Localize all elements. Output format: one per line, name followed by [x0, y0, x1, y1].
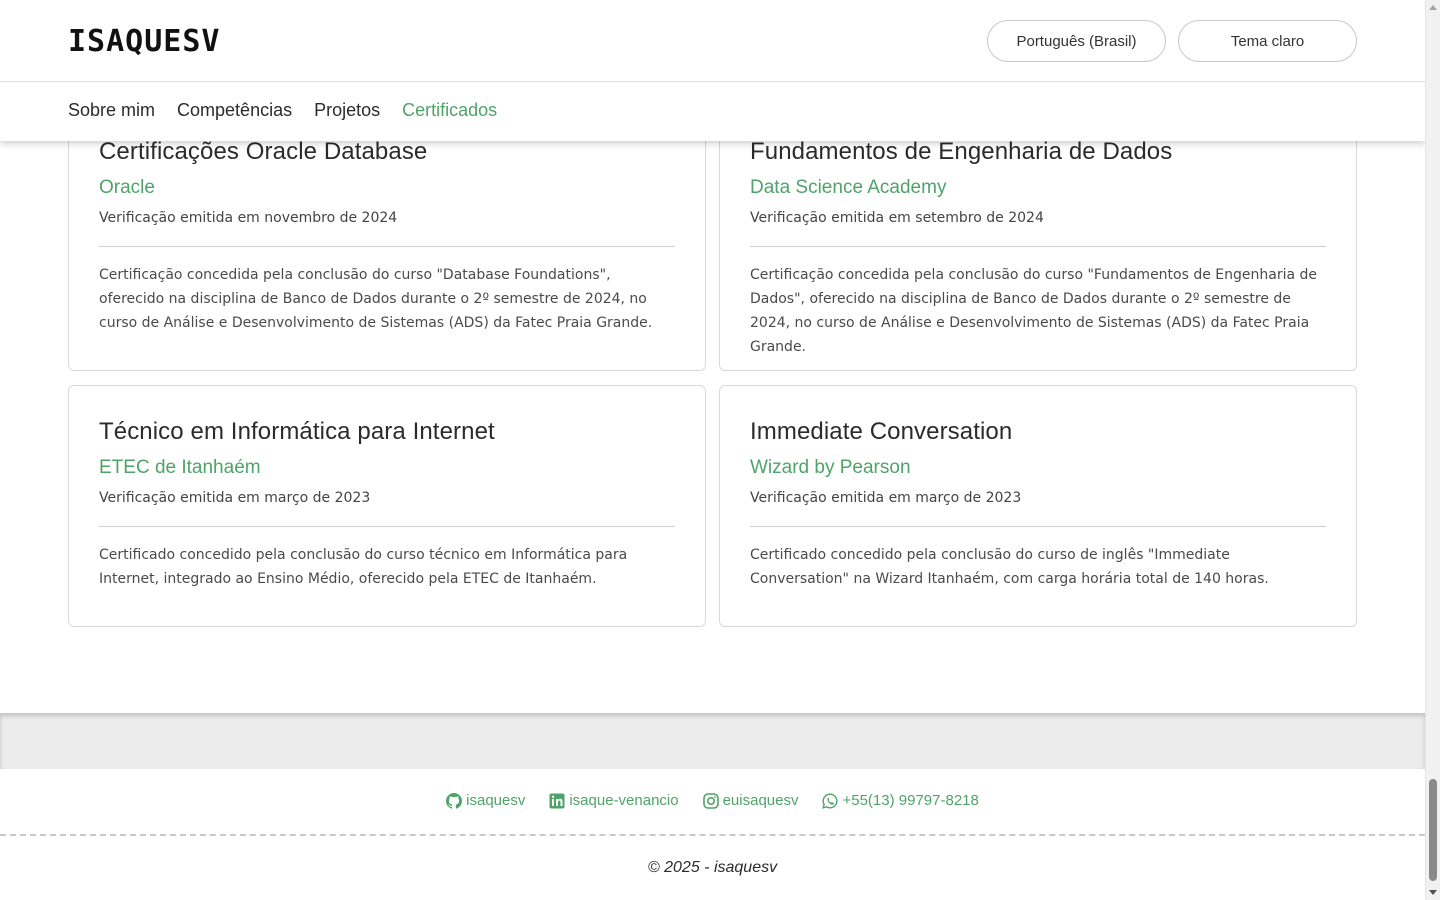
- certificate-issuer: Wizard by Pearson: [750, 457, 911, 478]
- whatsapp-icon: [822, 792, 839, 809]
- certificate-date: Verificação emitida em março de 2023: [750, 490, 1022, 506]
- certificate-issuer: Data Science Academy: [750, 177, 947, 198]
- site-footer: isaquesv isaque-venancio euisaquesv +55(…: [0, 769, 1425, 900]
- social-links: isaquesv isaque-venancio euisaquesv +55(…: [0, 792, 1425, 809]
- header-topbar: ISAQUESV Português (Brasil) Tema claro: [0, 0, 1425, 82]
- divider: [99, 526, 675, 527]
- certificate-title: Certificações Oracle Database: [99, 138, 428, 165]
- site-header: ISAQUESV Português (Brasil) Tema claro S…: [0, 0, 1425, 141]
- github-icon: [446, 792, 463, 809]
- site-logo[interactable]: ISAQUESV: [68, 24, 221, 59]
- nav-item-certificates[interactable]: Certificados: [402, 100, 497, 121]
- linkedin-icon: [549, 793, 565, 808]
- page-scrollbar[interactable]: [1425, 0, 1440, 900]
- footer-divider: [0, 834, 1425, 836]
- scroll-down-arrow-icon[interactable]: [1429, 890, 1437, 895]
- linkedin-link[interactable]: isaque-venancio: [549, 792, 679, 809]
- certificate-description: Certificado concedido pela conclusão do …: [99, 547, 628, 587]
- certificate-card: Técnico em Informática para Internet ETE…: [68, 385, 706, 627]
- content-end-band: [0, 713, 1425, 769]
- certificate-title: Técnico em Informática para Internet: [99, 418, 495, 445]
- page: Certificações Oracle Database Oracle Ver…: [0, 0, 1425, 900]
- scrollbar-thumb[interactable]: [1429, 779, 1437, 881]
- nav-item-about[interactable]: Sobre mim: [68, 100, 155, 121]
- main-nav: Sobre mim Competências Projetos Certific…: [68, 100, 497, 121]
- copyright: © 2025 - isaquesv: [647, 859, 778, 876]
- language-button[interactable]: Português (Brasil): [987, 20, 1166, 62]
- divider: [750, 246, 1326, 247]
- nav-item-skills[interactable]: Competências: [177, 100, 292, 121]
- linkedin-label: isaque-venancio: [569, 792, 679, 809]
- divider: [99, 246, 675, 247]
- theme-toggle-button[interactable]: Tema claro: [1178, 20, 1357, 62]
- certificate-date: Verificação emitida em novembro de 2024: [99, 210, 398, 226]
- certificate-title: Fundamentos de Engenharia de Dados: [750, 138, 1173, 165]
- divider: [750, 526, 1326, 527]
- certificate-date: Verificação emitida em março de 2023: [99, 490, 371, 506]
- certificate-issuer: Oracle: [99, 177, 155, 198]
- instagram-link[interactable]: euisaquesv: [702, 792, 799, 809]
- certificate-card: Immediate Conversation Wizard by Pearson…: [719, 385, 1357, 627]
- certificate-title: Immediate Conversation: [750, 418, 1013, 445]
- whatsapp-link[interactable]: +55(13) 99797-8218: [822, 792, 979, 809]
- github-label: isaquesv: [466, 792, 526, 809]
- whatsapp-label: +55(13) 99797-8218: [842, 792, 979, 809]
- instagram-icon: [702, 792, 719, 809]
- certificate-description: Certificado concedido pela conclusão do …: [750, 547, 1269, 587]
- nav-item-projects[interactable]: Projetos: [314, 100, 380, 121]
- certificate-description: Certificação concedida pela conclusão do…: [99, 267, 653, 331]
- scroll-up-arrow-icon[interactable]: [1429, 5, 1437, 10]
- github-link[interactable]: isaquesv: [446, 792, 525, 809]
- certificate-issuer: ETEC de Itanhaém: [99, 457, 261, 478]
- certificate-description: Certificação concedida pela conclusão do…: [750, 267, 1318, 355]
- instagram-label: euisaquesv: [722, 792, 799, 809]
- certificate-date: Verificação emitida em setembro de 2024: [750, 210, 1044, 226]
